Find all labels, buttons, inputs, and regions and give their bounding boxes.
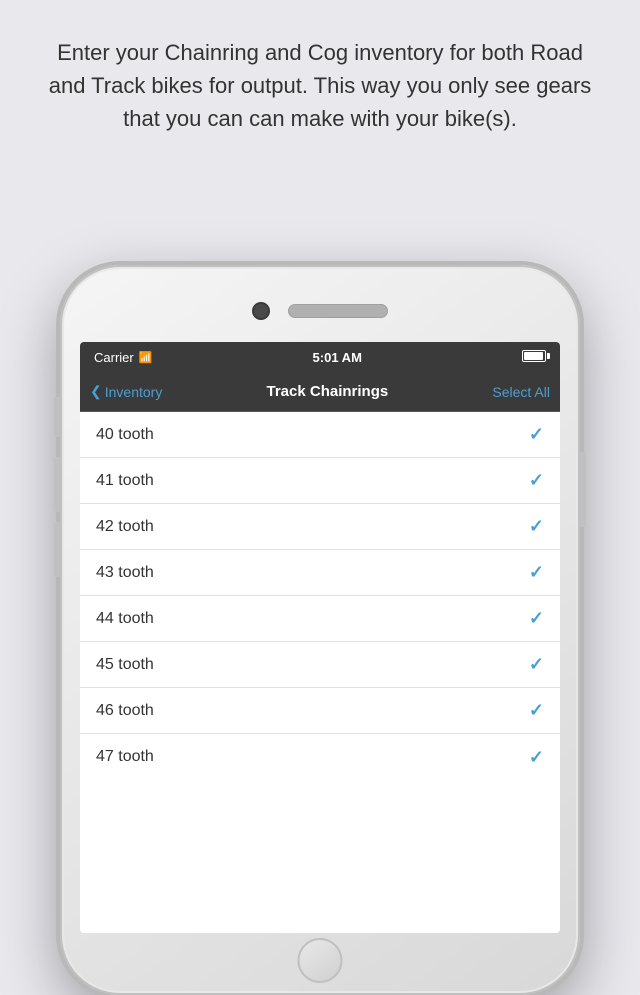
back-button[interactable]: ❮ Inventory [90,383,162,400]
phone-mockup: Carrier 📶 5:01 AM ❮ Inventory Track Chai… [60,265,580,995]
list-item-label: 43 tooth [96,564,154,582]
checkmark-icon: ✓ [529,562,544,583]
status-bar: Carrier 📶 5:01 AM [80,342,560,372]
checkmark-icon: ✓ [529,516,544,537]
carrier-info: Carrier 📶 [94,350,152,365]
select-all-button[interactable]: Select All [492,384,550,400]
chainring-list: 40 tooth✓41 tooth✓42 tooth✓43 tooth✓44 t… [80,412,560,780]
list-item-label: 44 tooth [96,610,154,628]
back-chevron-icon: ❮ [90,383,102,400]
list-item[interactable]: 40 tooth ✓ [80,412,560,458]
speaker [288,304,388,318]
status-time: 5:01 AM [313,350,362,365]
home-button[interactable] [298,938,343,983]
carrier-label: Carrier [94,350,134,365]
nav-title: Track Chainrings [267,383,389,400]
checkmark-icon: ✓ [529,700,544,721]
list-item[interactable]: 44 tooth ✓ [80,596,560,642]
list-item[interactable]: 43 tooth ✓ [80,550,560,596]
navigation-bar: ❮ Inventory Track Chainrings Select All [80,372,560,412]
list-item[interactable]: 45 tooth ✓ [80,642,560,688]
list-item-label: 47 tooth [96,748,154,766]
intro-description: Enter your Chainring and Cog inventory f… [0,0,640,163]
list-item-label: 42 tooth [96,518,154,536]
list-item[interactable]: 42 tooth ✓ [80,504,560,550]
volume-down-button [54,522,60,577]
list-item-label: 46 tooth [96,702,154,720]
phone-screen: Carrier 📶 5:01 AM ❮ Inventory Track Chai… [80,342,560,933]
checkmark-icon: ✓ [529,608,544,629]
list-item-label: 41 tooth [96,472,154,490]
back-label: Inventory [105,384,163,400]
power-button [580,452,586,527]
list-item-label: 45 tooth [96,656,154,674]
volume-up-button [54,457,60,512]
list-item[interactable]: 46 tooth ✓ [80,688,560,734]
checkmark-icon: ✓ [529,470,544,491]
list-item[interactable]: 47 tooth ✓ [80,734,560,780]
list-item[interactable]: 41 tooth ✓ [80,458,560,504]
checkmark-icon: ✓ [529,424,544,445]
mute-button [54,397,60,437]
checkmark-icon: ✓ [529,654,544,675]
list-item-label: 40 tooth [96,426,154,444]
phone-header [62,281,578,341]
camera [252,302,270,320]
wifi-icon: 📶 [139,351,153,364]
battery-indicator [522,350,546,365]
checkmark-icon: ✓ [529,747,544,768]
